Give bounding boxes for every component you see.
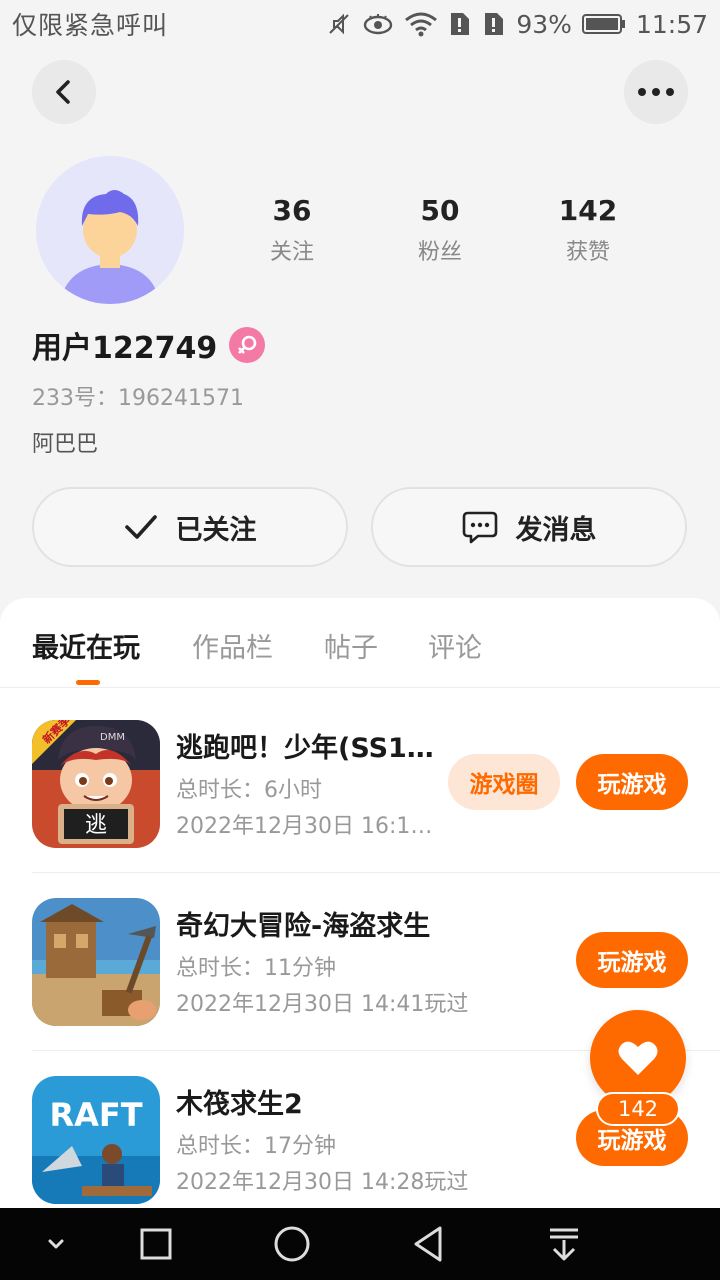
- game-community-button[interactable]: 游戏圈: [448, 754, 560, 810]
- active-tab-indicator: [76, 680, 100, 685]
- stat-following-label: 关注: [269, 240, 314, 265]
- game-title: 奇幻大冒险-海盗求生: [176, 911, 431, 942]
- game1-sign-text: 逃: [85, 813, 107, 838]
- username-row: 用户122749: [32, 322, 266, 368]
- nav-recent-apps-button[interactable]: [134, 1222, 178, 1266]
- triangle-back-icon: [414, 1226, 442, 1262]
- clock: 11:57: [635, 9, 708, 39]
- followed-button[interactable]: 已关注: [32, 487, 348, 567]
- battery-icon: [581, 12, 626, 36]
- status-bar: 仅限紧急呼叫 93% 11:57: [0, 0, 720, 48]
- sim-alert-icon: [448, 11, 472, 37]
- circle-icon: [274, 1226, 310, 1262]
- tab-recently-played[interactable]: 最近在玩: [32, 626, 140, 665]
- female-icon: [229, 327, 266, 363]
- username: 用户122749: [32, 331, 218, 366]
- profile-tabs: 最近在玩 作品栏 帖子 评论: [0, 598, 720, 688]
- sim-alert-icon-2: [482, 11, 506, 37]
- heart-icon: [618, 1041, 658, 1075]
- square-icon: [140, 1228, 172, 1260]
- play-game-button[interactable]: 玩游戏: [576, 754, 688, 810]
- divider: [32, 872, 720, 873]
- chat-bubble-icon: [462, 511, 497, 544]
- game-icon-raft[interactable]: RAFT: [32, 1076, 160, 1204]
- profile-stats: 36 关注 50 粉丝 142 获赞: [0, 194, 720, 274]
- system-nav-bar: [0, 1208, 720, 1280]
- carrier-text: 仅限紧急呼叫: [12, 11, 169, 40]
- chevron-down-icon: [48, 1239, 64, 1249]
- stat-likes-value: 142: [558, 194, 618, 227]
- eye-icon: [362, 11, 394, 37]
- game-duration: 总时长：17分钟: [176, 1134, 336, 1159]
- game-last-played: 2022年12月30日 14:28玩过: [176, 1170, 469, 1195]
- mute-icon: [326, 11, 352, 37]
- game3-logo-text: RAFT: [49, 1096, 142, 1134]
- pull-down-icon: [550, 1228, 578, 1261]
- battery-percent: 93%: [516, 9, 572, 39]
- stat-fans-value: 50: [420, 194, 460, 227]
- nav-collapse-button[interactable]: [34, 1222, 78, 1266]
- game-icon-pirate-survival[interactable]: [32, 898, 160, 1026]
- like-count-badge: 142: [596, 1092, 680, 1126]
- game-duration: 总时长：6小时: [176, 778, 322, 803]
- game1-tag-text: DMM: [100, 732, 125, 743]
- stat-likes[interactable]: 142 获赞: [528, 194, 648, 266]
- game-duration: 总时长：11分钟: [176, 956, 336, 981]
- stat-following-value: 36: [272, 194, 312, 227]
- stat-following[interactable]: 36 关注: [232, 194, 352, 266]
- stat-fans[interactable]: 50 粉丝: [380, 194, 500, 266]
- tab-works[interactable]: 作品栏: [192, 626, 273, 665]
- nav-back-button[interactable]: [406, 1222, 450, 1266]
- wifi-icon: [404, 11, 438, 37]
- stat-fans-label: 粉丝: [417, 240, 462, 265]
- stat-likes-label: 获赞: [565, 240, 610, 265]
- user-id: 233号：196241571: [32, 386, 244, 411]
- game-last-played: 2022年12月30日 16:11…: [176, 814, 438, 839]
- game-icon-escape[interactable]: 逃 新赛季 DMM: [32, 720, 160, 848]
- nav-notification-button[interactable]: [542, 1222, 586, 1266]
- user-bio: 阿巴巴: [32, 432, 99, 457]
- followed-label: 已关注: [175, 514, 257, 546]
- nav-home-button[interactable]: [270, 1222, 314, 1266]
- more-button[interactable]: [624, 60, 688, 124]
- chevron-left-icon: [56, 80, 70, 104]
- message-label: 发消息: [515, 514, 597, 546]
- more-dots-icon: [638, 88, 674, 96]
- tab-posts[interactable]: 帖子: [324, 626, 378, 665]
- game-title: 木筏求生2: [176, 1089, 303, 1120]
- back-button[interactable]: [32, 60, 96, 124]
- check-icon: [124, 515, 157, 539]
- status-icons: 93% 11:57: [326, 10, 708, 39]
- tab-comments[interactable]: 评论: [428, 626, 482, 665]
- play-game-button[interactable]: 玩游戏: [576, 932, 688, 988]
- game-last-played: 2022年12月30日 14:41玩过: [176, 992, 469, 1017]
- message-button[interactable]: 发消息: [371, 487, 687, 567]
- game-title: 逃跑吧！少年(SS1…: [176, 733, 434, 764]
- game-list-item[interactable]: 逃 新赛季 DMM 逃跑吧！少年(SS1… 总时长：6小时 2022年12月30…: [0, 716, 720, 892]
